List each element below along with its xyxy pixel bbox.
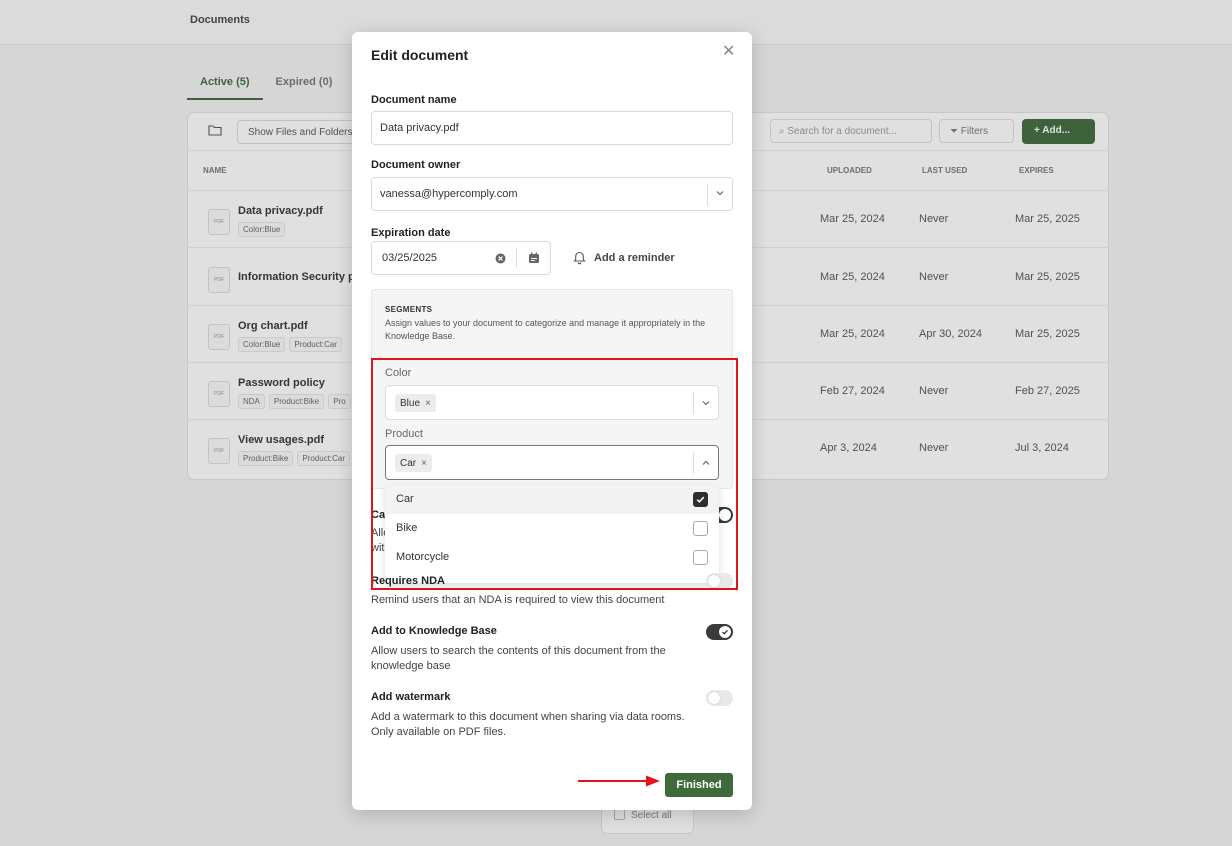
watermark-title: Add watermark bbox=[371, 691, 451, 703]
check-icon bbox=[722, 629, 728, 635]
document-owner-value: vanessa@hypercomply.com bbox=[380, 188, 518, 200]
add-reminder-button[interactable]: Add a reminder bbox=[573, 251, 675, 265]
document-owner-select[interactable]: vanessa@hypercomply.com bbox=[371, 177, 733, 211]
toggle-knob bbox=[708, 692, 720, 704]
watermark-toggle[interactable] bbox=[706, 690, 733, 706]
knowledge-base-description: Allow users to search the contents of th… bbox=[371, 645, 666, 672]
select-divider bbox=[707, 184, 708, 206]
requires-nda-description: Remind users that an NDA is required to … bbox=[371, 594, 665, 606]
bell-icon bbox=[573, 251, 586, 265]
document-name-label: Document name bbox=[371, 94, 457, 106]
expiration-date-input[interactable]: 03/25/2025 bbox=[371, 241, 551, 275]
highlight-box bbox=[371, 358, 738, 590]
segments-title: SEGMENTS bbox=[385, 305, 433, 314]
red-arrow-annotation bbox=[578, 775, 660, 787]
calendar-icon[interactable] bbox=[528, 252, 540, 264]
document-name-value: Data privacy.pdf bbox=[380, 122, 459, 134]
modal-title: Edit document bbox=[371, 47, 469, 63]
document-owner-label: Document owner bbox=[371, 159, 461, 171]
watermark-description-line2: Only available on PDF files. bbox=[371, 726, 507, 738]
clear-icon[interactable] bbox=[495, 253, 506, 264]
date-divider bbox=[516, 248, 517, 268]
chevron-down-icon[interactable] bbox=[715, 188, 725, 198]
knowledge-base-title: Add to Knowledge Base bbox=[371, 625, 497, 637]
expiration-date-value: 03/25/2025 bbox=[382, 252, 438, 264]
document-name-input[interactable]: Data privacy.pdf bbox=[371, 111, 733, 145]
finished-button[interactable]: Finished bbox=[665, 773, 733, 797]
add-reminder-label: Add a reminder bbox=[594, 252, 675, 264]
expiration-date-label: Expiration date bbox=[371, 227, 451, 239]
knowledge-base-toggle[interactable] bbox=[706, 624, 733, 640]
segments-description: Assign values to your document to catego… bbox=[385, 318, 706, 341]
watermark-description-line1: Add a watermark to this document when sh… bbox=[371, 711, 685, 723]
close-icon[interactable]: ✕ bbox=[722, 44, 735, 60]
